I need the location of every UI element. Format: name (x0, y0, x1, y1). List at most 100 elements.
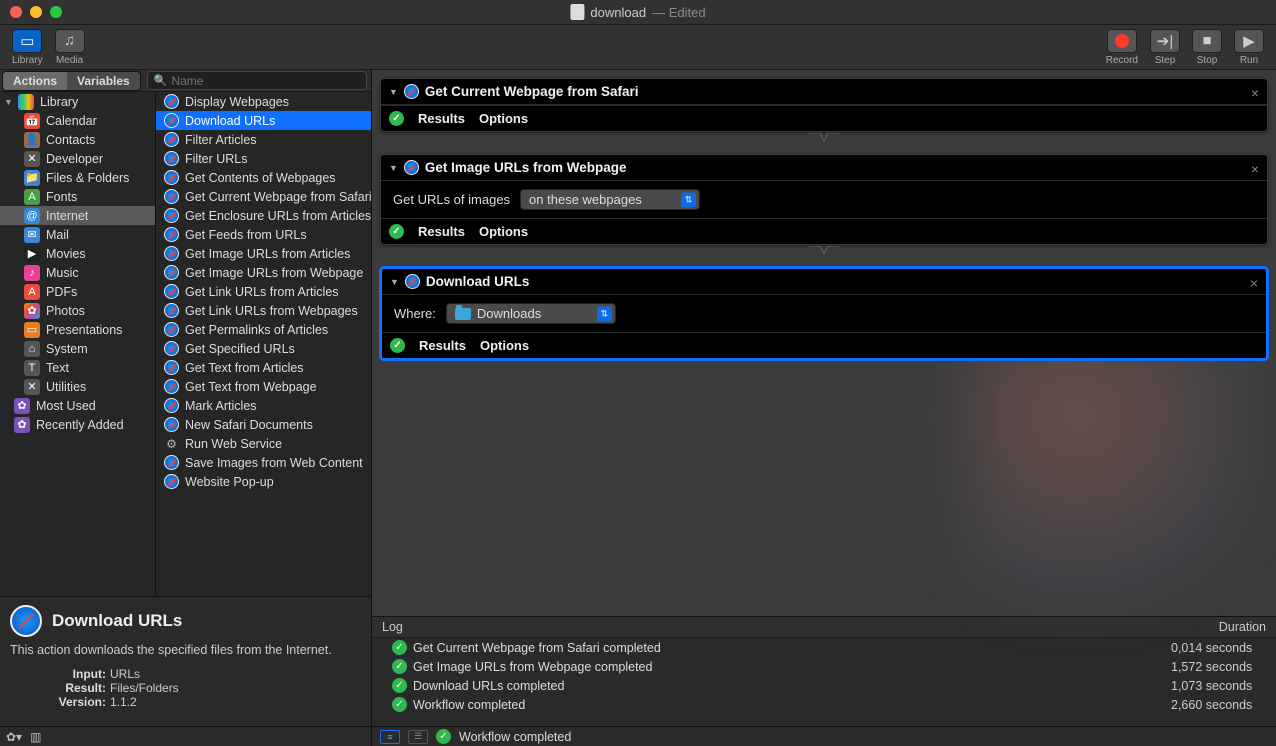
run-button[interactable]: ▶ Run (1230, 27, 1268, 68)
step-folder-popup[interactable]: Downloads⇅ (446, 303, 616, 324)
options-button[interactable]: Options (480, 338, 529, 353)
action-item[interactable]: New Safari Documents (156, 415, 371, 434)
library-header: Actions Variables 🔍 (0, 70, 371, 92)
category-item[interactable]: 📅Calendar (0, 111, 155, 130)
library-toggle-button[interactable]: ▭ Library (8, 27, 47, 68)
action-item[interactable]: Get Permalinks of Articles (156, 320, 371, 339)
smart-folder-icon: ✿ (14, 398, 30, 414)
settings-gear-icon[interactable]: ✿▾ (6, 730, 22, 744)
workflow-area[interactable]: ▼Get Current Webpage from Safari×✓Result… (372, 70, 1276, 616)
action-item[interactable]: Get Text from Articles (156, 358, 371, 377)
action-item[interactable]: Get Specified URLs (156, 339, 371, 358)
step-popup[interactable]: on these webpages⇅ (520, 189, 700, 210)
category-item[interactable]: AFonts (0, 187, 155, 206)
workflow-input-icon[interactable]: ▥ (30, 730, 41, 744)
view-list-button[interactable]: ☰ (408, 730, 428, 744)
action-item[interactable]: Save Images from Web Content (156, 453, 371, 472)
results-button[interactable]: Results (418, 111, 465, 126)
results-button[interactable]: Results (418, 224, 465, 239)
action-item[interactable]: Get Image URLs from Webpage (156, 263, 371, 282)
action-item[interactable]: Get Image URLs from Articles (156, 244, 371, 263)
action-item[interactable]: Display Webpages (156, 92, 371, 111)
info-row-value: Files/Folders (110, 681, 179, 695)
info-row-value: URLs (110, 667, 140, 681)
category-icon: ⌂ (24, 341, 40, 357)
step-icon: ➔| (1150, 29, 1180, 53)
category-item[interactable]: 👤Contacts (0, 130, 155, 149)
category-icon: ✕ (24, 151, 40, 167)
action-item[interactable]: Get Current Webpage from Safari (156, 187, 371, 206)
smart-folder-item[interactable]: ✿Most Used (0, 396, 155, 415)
category-item[interactable]: @Internet (0, 206, 155, 225)
action-item[interactable]: Get Contents of Webpages (156, 168, 371, 187)
category-icon: ▶ (24, 246, 40, 262)
workflow-step[interactable]: ▼Get Image URLs from Webpage×Get URLs of… (380, 154, 1268, 245)
safari-icon (164, 360, 179, 375)
workflow-step[interactable]: ▼Get Current Webpage from Safari×✓Result… (380, 78, 1268, 132)
action-list[interactable]: Display WebpagesDownload URLsFilter Arti… (156, 92, 371, 596)
action-item[interactable]: Get Link URLs from Articles (156, 282, 371, 301)
category-item[interactable]: ♪Music (0, 263, 155, 282)
options-button[interactable]: Options (479, 111, 528, 126)
category-item[interactable]: ⌂System (0, 339, 155, 358)
disclosure-triangle-icon[interactable]: ▼ (389, 163, 398, 173)
action-item[interactable]: Website Pop-up (156, 472, 371, 491)
action-item[interactable]: Get Feeds from URLs (156, 225, 371, 244)
log-duration: 1,572 seconds (1171, 660, 1266, 674)
category-item[interactable]: APDFs (0, 282, 155, 301)
close-icon[interactable]: × (1251, 161, 1259, 177)
smart-folder-item[interactable]: ✿Recently Added (0, 415, 155, 434)
stop-button[interactable]: ■ Stop (1188, 27, 1226, 68)
category-item[interactable]: ✉Mail (0, 225, 155, 244)
category-item[interactable]: TText (0, 358, 155, 377)
tab-actions[interactable]: Actions (3, 72, 67, 90)
category-item[interactable]: ▶Movies (0, 244, 155, 263)
close-window-button[interactable] (10, 6, 22, 18)
close-icon[interactable]: × (1251, 85, 1259, 101)
record-button[interactable]: Record (1102, 27, 1142, 68)
category-icon: ✕ (24, 379, 40, 395)
category-icon: A (24, 189, 40, 205)
category-item[interactable]: ✕Developer (0, 149, 155, 168)
action-item[interactable]: Filter URLs (156, 149, 371, 168)
action-item[interactable]: Download URLs (156, 111, 371, 130)
action-item[interactable]: Get Link URLs from Webpages (156, 301, 371, 320)
category-item[interactable]: ▭Presentations (0, 320, 155, 339)
close-icon[interactable]: × (1250, 275, 1258, 291)
step-connector (809, 133, 839, 151)
action-item[interactable]: Mark Articles (156, 396, 371, 415)
safari-icon (164, 170, 179, 185)
action-item[interactable]: Filter Articles (156, 130, 371, 149)
category-item[interactable]: 📁Files & Folders (0, 168, 155, 187)
step-title: Get Current Webpage from Safari (425, 84, 639, 99)
category-item[interactable]: ✕Utilities (0, 377, 155, 396)
action-item[interactable]: ⚙Run Web Service (156, 434, 371, 453)
smart-folder-icon: ✿ (14, 417, 30, 433)
log-area: Log Duration ✓Get Current Webpage from S… (372, 616, 1276, 726)
check-icon: ✓ (392, 697, 407, 712)
disclosure-triangle-icon[interactable]: ▼ (390, 277, 399, 287)
safari-icon (164, 398, 179, 413)
search-icon: 🔍 (154, 74, 168, 87)
disclosure-triangle-icon[interactable]: ▼ (389, 87, 398, 97)
options-button[interactable]: Options (479, 224, 528, 239)
library-icon: ▭ (12, 29, 42, 53)
category-list[interactable]: ▼Library📅Calendar👤Contacts✕Developer📁Fil… (0, 92, 156, 596)
action-item[interactable]: Get Text from Webpage (156, 377, 371, 396)
view-flow-button[interactable]: ≡ (380, 730, 400, 744)
minimize-window-button[interactable] (30, 6, 42, 18)
category-icon: T (24, 360, 40, 376)
search-input[interactable] (171, 74, 360, 88)
zoom-window-button[interactable] (50, 6, 62, 18)
info-row-value: 1.1.2 (110, 695, 137, 709)
search-input-wrapper[interactable]: 🔍 (147, 71, 367, 90)
media-toggle-button[interactable]: ♫ Media (51, 27, 89, 68)
library-root[interactable]: ▼Library (0, 92, 155, 111)
category-item[interactable]: ✿Photos (0, 301, 155, 320)
tab-variables[interactable]: Variables (67, 72, 140, 90)
workflow-step[interactable]: ▼Download URLs×Where:Downloads⇅✓ResultsO… (380, 267, 1268, 360)
action-item[interactable]: Get Enclosure URLs from Articles (156, 206, 371, 225)
results-button[interactable]: Results (419, 338, 466, 353)
safari-icon (404, 160, 419, 175)
step-button[interactable]: ➔| Step (1146, 27, 1184, 68)
